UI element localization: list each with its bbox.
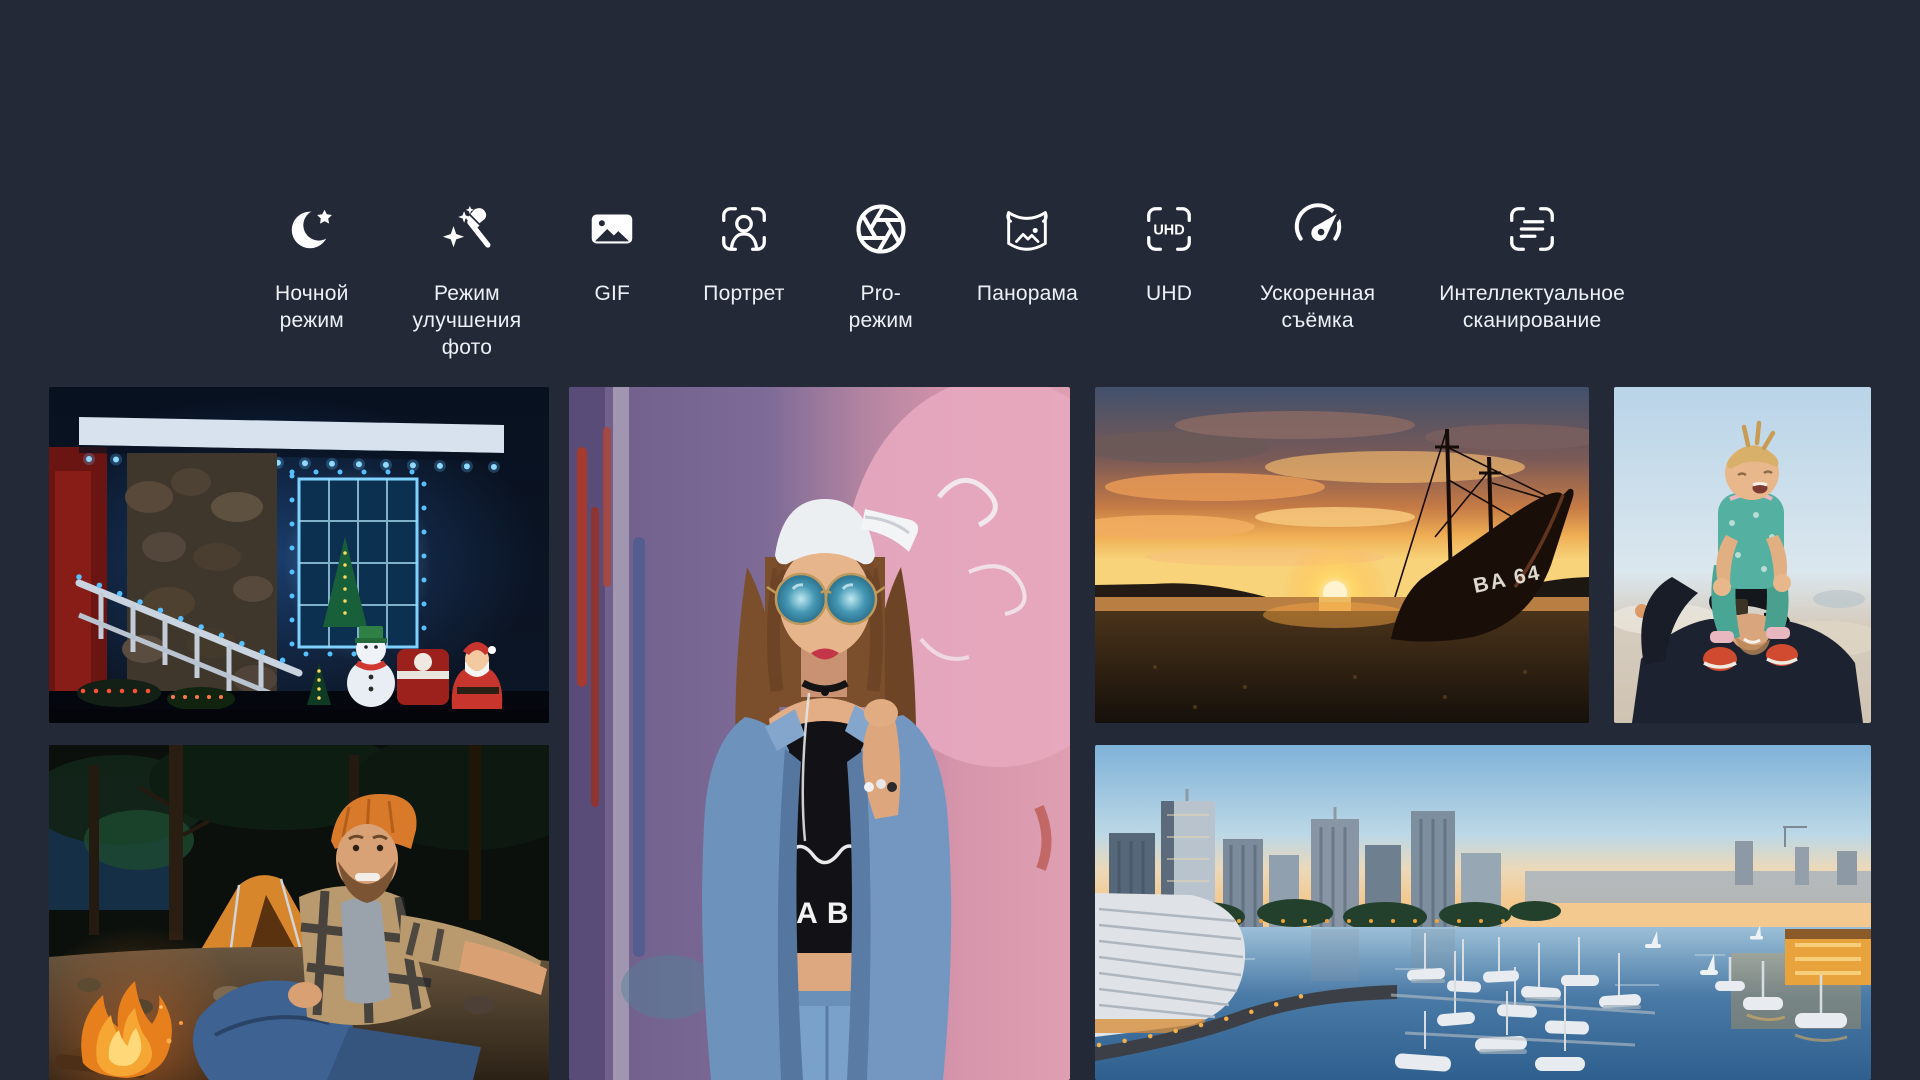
mode-gif[interactable]: GIF <box>585 202 639 307</box>
mode-photo-enhance-label: Режим улучшения фото <box>413 280 522 361</box>
uhd-frame-icon: UHD <box>1142 202 1196 256</box>
panorama-icon <box>1000 202 1054 256</box>
photo-ship-sunset-art: BA 64 <box>1095 387 1589 723</box>
photo-girl-graffiti-art: BABE <box>569 387 1070 1080</box>
photo-christmas-house[interactable] <box>49 387 549 723</box>
photo-campfire-selfie[interactable] <box>49 745 549 1080</box>
mode-uhd-label: UHD <box>1146 280 1192 307</box>
mode-smartscan-label: Интеллектуальное сканирование <box>1439 280 1625 334</box>
mode-gif-label: GIF <box>594 280 630 307</box>
photo-child-art <box>1614 387 1871 723</box>
document-scan-frame-icon <box>1505 202 1559 256</box>
mode-photo-enhance[interactable]: Режим улучшения фото <box>413 202 522 361</box>
magic-brush-sparkles-icon <box>440 202 494 256</box>
camera-features-page: Ночной режим Режим улучшения фото <box>0 0 1920 1080</box>
crescent-moon-star-icon <box>285 202 339 256</box>
mode-pro[interactable]: Pro-режим <box>849 202 913 334</box>
photo-city-marina[interactable] <box>1095 745 1871 1080</box>
photo-campfire-art <box>49 745 549 1080</box>
photo-girl-graffiti[interactable]: BABE <box>569 387 1070 1080</box>
mode-smartscan[interactable]: Интеллектуальное сканирование <box>1439 202 1625 334</box>
photo-child-on-shoulders[interactable] <box>1614 387 1871 723</box>
mode-panorama-label: Панорама <box>977 280 1078 307</box>
photo-christmas-house-art <box>49 387 549 723</box>
mode-night-label: Ночной режим <box>275 280 349 334</box>
aperture-icon <box>854 202 908 256</box>
mode-pro-label: Pro-режим <box>849 280 913 334</box>
mode-portrait[interactable]: Портрет <box>703 202 784 307</box>
mode-timelapse[interactable]: Ускоренная съёмка <box>1260 202 1375 334</box>
mode-timelapse-label: Ускоренная съёмка <box>1260 280 1375 334</box>
picture-icon <box>585 202 639 256</box>
photo-city-marina-art <box>1095 745 1871 1080</box>
mode-uhd[interactable]: UHD UHD <box>1142 202 1196 307</box>
photo-ship-sunset[interactable]: BA 64 <box>1095 387 1589 723</box>
mode-portrait-label: Портрет <box>703 280 784 307</box>
portrait-focus-frame-icon <box>717 202 771 256</box>
speedometer-icon <box>1291 202 1345 256</box>
mode-panorama[interactable]: Панорама <box>977 202 1078 307</box>
mode-night[interactable]: Ночной режим <box>275 202 349 334</box>
camera-modes-row: Ночной режим Режим улучшения фото <box>275 202 1625 361</box>
uhd-icon-text: UHD <box>1153 222 1184 238</box>
